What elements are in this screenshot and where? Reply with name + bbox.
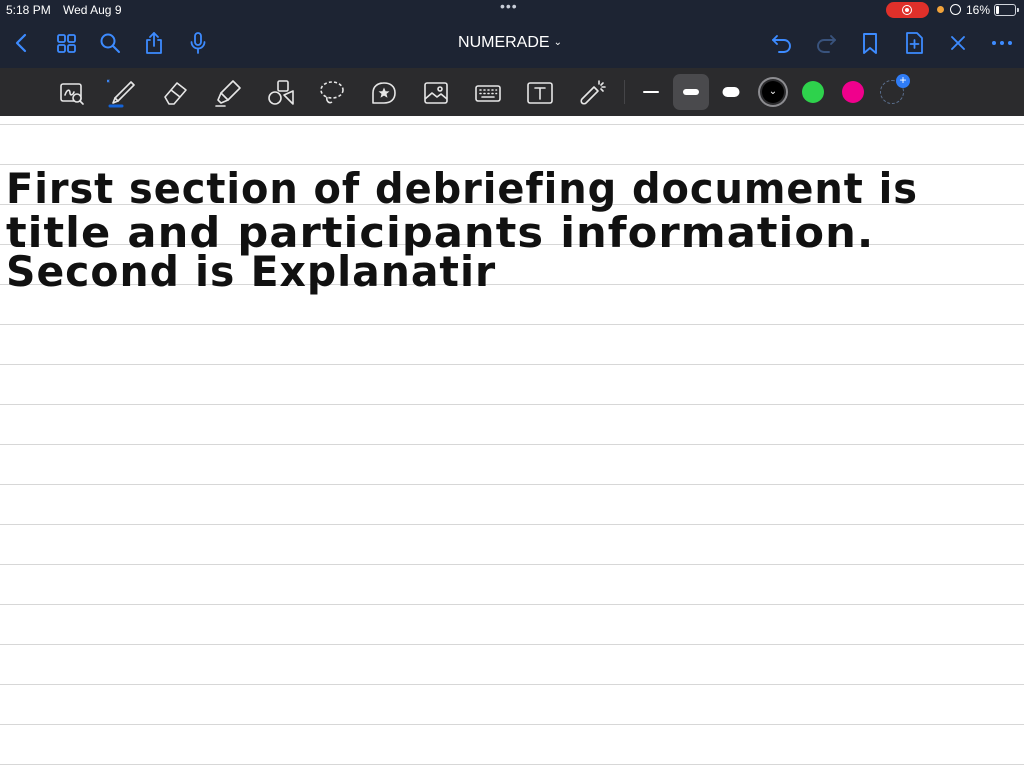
- stroke-width-thin[interactable]: [633, 74, 669, 110]
- toolbar-divider: [624, 80, 625, 104]
- microphone-icon[interactable]: [185, 30, 211, 56]
- ruled-line: [0, 764, 1024, 765]
- ruled-line: [0, 644, 1024, 645]
- ruled-line: [0, 604, 1024, 605]
- ruled-line: [0, 484, 1024, 485]
- color-swatch-black[interactable]: ⌄: [762, 81, 784, 103]
- ruled-line: [0, 684, 1024, 685]
- chevron-down-icon: ⌄: [553, 37, 562, 48]
- nav-bar: NUMERADE ⌄: [0, 20, 1024, 68]
- document-title: NUMERADE: [458, 34, 550, 51]
- redo-icon[interactable]: [813, 30, 839, 56]
- undo-icon[interactable]: [769, 30, 795, 56]
- drawing-toolbar: ⌄ +: [0, 68, 1024, 116]
- document-title-menu[interactable]: NUMERADE ⌄: [440, 34, 580, 52]
- zoom-window-icon[interactable]: [57, 78, 87, 108]
- handwriting-line: Second is Explanatir: [6, 247, 497, 296]
- handwriting-line: First section of debriefing document is: [6, 164, 918, 213]
- lasso-icon[interactable]: [317, 78, 347, 108]
- battery-percent: 16%: [966, 3, 991, 17]
- ruled-line: [0, 444, 1024, 445]
- plus-icon: +: [896, 74, 910, 88]
- share-icon[interactable]: [141, 30, 167, 56]
- stroke-width-medium[interactable]: [673, 74, 709, 110]
- keyboard-icon[interactable]: [473, 78, 503, 108]
- sticker-icon[interactable]: [369, 78, 399, 108]
- add-page-icon[interactable]: [901, 30, 927, 56]
- highlighter-icon[interactable]: [213, 78, 243, 108]
- back-icon[interactable]: [9, 30, 35, 56]
- orientation-lock-icon: [950, 4, 961, 15]
- ruled-line: [0, 524, 1024, 525]
- shapes-icon[interactable]: [266, 78, 296, 108]
- chevron-down-icon: ⌄: [768, 86, 778, 97]
- microphone-in-use-indicator: [937, 6, 944, 13]
- text-box-icon[interactable]: [525, 78, 555, 108]
- close-icon[interactable]: [945, 30, 971, 56]
- stroke-width-thick[interactable]: [713, 74, 749, 110]
- image-icon[interactable]: [421, 78, 451, 108]
- ruled-line: [0, 404, 1024, 405]
- pen-icon[interactable]: [106, 78, 137, 108]
- more-icon[interactable]: [989, 30, 1015, 56]
- eraser-icon[interactable]: [160, 78, 190, 108]
- color-swatch-pink[interactable]: [842, 81, 864, 103]
- status-date: Wed Aug 9: [63, 3, 122, 17]
- ruled-line: [0, 364, 1024, 365]
- bookmark-icon[interactable]: [857, 30, 883, 56]
- battery-icon: [994, 4, 1019, 16]
- ruled-line: [0, 324, 1024, 325]
- ruled-line: [0, 564, 1024, 565]
- status-time: 5:18 PM: [6, 3, 51, 17]
- grid-icon[interactable]: [53, 30, 79, 56]
- ruled-line: [0, 724, 1024, 725]
- color-swatch-green[interactable]: [802, 81, 824, 103]
- note-page[interactable]: First section of debriefing document is …: [0, 116, 1024, 768]
- ruled-line: [0, 124, 1024, 125]
- status-bar: 5:18 PM Wed Aug 9 ••• 16%: [0, 0, 1024, 20]
- screen-recording-icon[interactable]: [886, 2, 929, 18]
- search-icon[interactable]: [97, 30, 123, 56]
- app-header: 5:18 PM Wed Aug 9 ••• 16% NUMERADE ⌄: [0, 0, 1024, 68]
- add-color-button[interactable]: +: [880, 74, 910, 104]
- multitasking-dots-icon[interactable]: •••: [500, 0, 518, 14]
- laser-pointer-icon[interactable]: [577, 78, 607, 108]
